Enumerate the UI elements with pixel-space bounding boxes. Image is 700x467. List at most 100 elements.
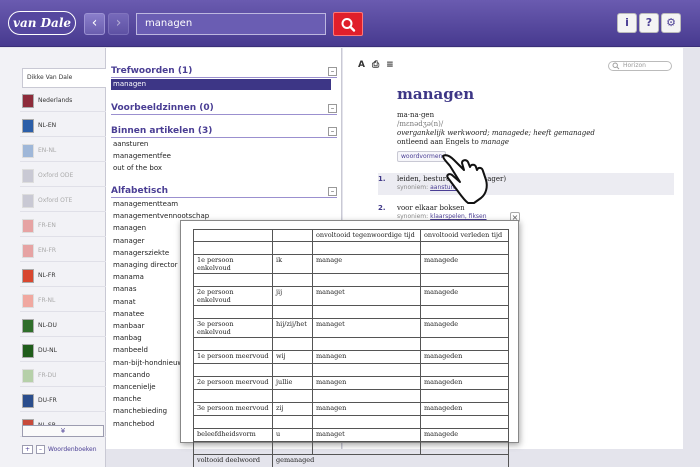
table-cell: wij <box>272 350 313 364</box>
article-toolbar: A ⎙ ≡ <box>358 60 401 70</box>
table-row: 3e persoon enkelvoud hij/zij/het managet ma… <box>193 318 509 338</box>
minimize-icon[interactable]: – <box>328 187 337 196</box>
top-bar: van Dale ‹ › managen i ? ⚙ <box>0 0 700 47</box>
table-cell: managen <box>312 402 421 416</box>
dictionary-label: FR-EN <box>38 222 56 229</box>
table-cell: managet <box>312 318 421 338</box>
table-cell: managet <box>312 286 421 306</box>
collapse-button[interactable]: ¥ <box>22 425 104 437</box>
meaning-1[interactable]: 1. leiden, besturen (als manager) synoni… <box>378 173 674 195</box>
results-section-header[interactable]: Voorbeeldzinnen (0) – <box>111 103 337 115</box>
remove-dictionary-button[interactable]: – <box>36 445 46 454</box>
dictionary-item[interactable]: FR-DU <box>20 365 106 387</box>
result-item[interactable]: managementfee <box>111 151 331 162</box>
dictionary-swatch <box>22 144 34 158</box>
dictionary-item[interactable]: Oxford OTE <box>20 190 106 212</box>
header-present: onvoltooid tegenwoordige tijd <box>312 229 421 242</box>
dictionary-title[interactable]: Dikke Van Dale <box>22 68 106 88</box>
table-header-row: onvoltooid tegenwoordige tijd onvoltooid… <box>193 229 509 242</box>
result-item[interactable]: managementteam <box>111 199 331 210</box>
dictionary-label: EN-FR <box>38 247 57 254</box>
help-button[interactable]: ? <box>639 13 659 33</box>
back-button[interactable]: ‹ <box>84 13 105 35</box>
dictionary-swatch <box>22 194 34 208</box>
table-spacer-row <box>193 441 509 455</box>
dictionary-label: EN-NL <box>38 147 57 154</box>
dictionary-item[interactable]: EN-FR <box>20 240 106 262</box>
table-row: 1e persoon meervoud wij managen manageden <box>193 350 509 364</box>
results-section-header[interactable]: Binnen artikelen (3) – <box>111 126 337 138</box>
info-button[interactable]: i <box>617 13 637 33</box>
forward-button[interactable]: › <box>108 13 129 35</box>
dictionary-item[interactable]: FR-NL <box>20 290 106 312</box>
dictionary-item[interactable]: Nederlands <box>20 90 106 112</box>
conjugation-table: onvoltooid tegenwoordige tijd onvoltooid… <box>193 229 509 467</box>
dictionary-label: Nederlands <box>38 97 73 104</box>
dictionary-label: Oxford ODE <box>38 172 74 179</box>
table-spacer-row <box>193 415 509 429</box>
dictionary-swatch <box>22 294 34 308</box>
article-search-placeholder: Horizon <box>623 62 646 69</box>
table-cell: 3e persoon enkelvoud <box>193 318 273 338</box>
participle-row: voltooid deelwoord gemanaged <box>193 454 509 467</box>
search-icon <box>341 18 356 32</box>
dictionary-label: NL-FR <box>38 272 56 279</box>
woordenboeken-link[interactable]: Woordenboeken <box>48 446 97 453</box>
dictionary-item[interactable]: Oxford ODE <box>20 165 106 187</box>
table-cell: gemanaged <box>272 454 509 467</box>
table-cell: managen <box>312 376 421 390</box>
result-item[interactable]: aansturen <box>111 139 331 150</box>
header-past: onvoltooid verleden tijd <box>420 229 509 242</box>
table-row: 1e persoon enkelvoud ik manage managede <box>193 254 509 274</box>
dictionary-item[interactable]: NL-DU <box>20 315 106 337</box>
results-section-header[interactable]: Trefwoorden (1) – <box>111 66 337 78</box>
dictionary-label: FR-DU <box>38 372 57 379</box>
dictionary-item[interactable]: EN-NL <box>20 140 106 162</box>
article-search-input[interactable]: Horizon <box>608 61 672 71</box>
table-cell: managede <box>420 428 509 442</box>
table-cell: 1e persoon meervoud <box>193 350 273 364</box>
result-item[interactable]: managen <box>111 79 331 90</box>
table-cell: u <box>272 428 313 442</box>
settings-button[interactable]: ⚙ <box>661 13 681 33</box>
woordvormen-button[interactable]: woordvormen <box>397 151 447 162</box>
table-spacer-row <box>193 363 509 377</box>
search-input[interactable]: managen <box>136 13 326 35</box>
dictionary-swatch <box>22 244 34 258</box>
dictionary-swatch <box>22 319 34 333</box>
dictionary-item[interactable]: NL-FR <box>20 265 106 287</box>
table-spacer-row <box>193 241 509 255</box>
dictionary-item[interactable]: DU-NL <box>20 340 106 362</box>
dictionary-sidebar: Dikke Van Dale Nederlands NL-EN EN-NL Oxfor… <box>0 48 106 467</box>
van-dale-logo[interactable]: van Dale <box>8 11 76 35</box>
results-section-header[interactable]: Alfabetisch – <box>111 186 337 198</box>
search-button[interactable] <box>333 12 363 36</box>
synonym-link[interactable]: klaarspelen, fiksen <box>430 213 486 220</box>
dictionary-swatch <box>22 219 34 233</box>
minimize-icon[interactable]: – <box>328 104 337 113</box>
table-cell: 1e persoon enkelvoud <box>193 254 273 274</box>
woordenboeken-bar: + – Woordenboeken <box>22 445 97 454</box>
layout-icon[interactable]: ≡ <box>386 60 394 70</box>
dictionary-item[interactable]: FR-EN <box>20 215 106 237</box>
result-item[interactable]: out of the box <box>111 163 331 174</box>
table-row: 2e persoon meervoud jullie managen managede… <box>193 376 509 390</box>
dictionary-swatch <box>22 119 34 133</box>
dictionary-label: FR-NL <box>38 297 56 304</box>
table-spacer-row <box>193 389 509 403</box>
table-cell: managede <box>420 318 509 338</box>
dictionary-item[interactable]: DU-FR <box>20 390 106 412</box>
minimize-icon[interactable]: – <box>328 127 337 136</box>
dictionary-swatch <box>22 344 34 358</box>
font-size-icon[interactable]: A <box>358 60 365 70</box>
table-cell: managede <box>420 286 509 306</box>
dictionary-swatch <box>22 369 34 383</box>
table-cell: voltooid deelwoord <box>193 454 273 467</box>
add-dictionary-button[interactable]: + <box>22 445 34 454</box>
table-cell: managede <box>420 254 509 274</box>
print-icon[interactable]: ⎙ <box>372 60 379 70</box>
origin: ontleend aan Engels to manage <box>397 138 510 146</box>
dictionary-item[interactable]: NL-EN <box>20 115 106 137</box>
minimize-icon[interactable]: – <box>328 67 337 76</box>
gear-icon: ⚙ <box>666 16 676 29</box>
